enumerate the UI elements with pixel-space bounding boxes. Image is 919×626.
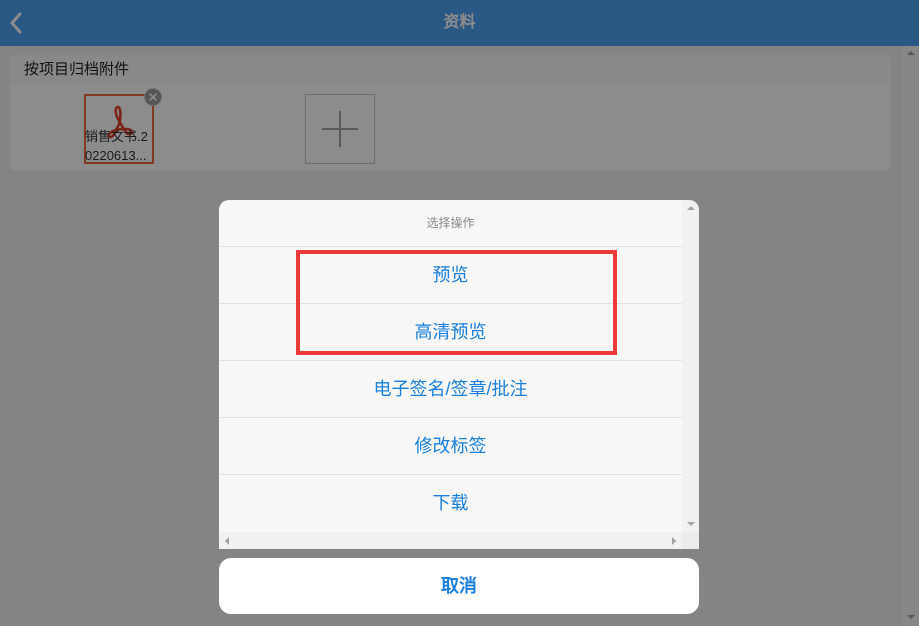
action-sheet: 选择操作 预览 高清预览 电子签名/签章/批注 修改标签 下载	[219, 200, 699, 549]
action-option-hd-preview[interactable]: 高清预览	[219, 304, 682, 361]
arrow-down-icon[interactable]	[686, 522, 695, 526]
arrow-left-icon[interactable]	[225, 536, 229, 545]
arrow-right-icon[interactable]	[672, 536, 676, 545]
action-option-download[interactable]: 下载	[219, 475, 682, 532]
action-sheet-vertical-scrollbar[interactable]	[682, 200, 699, 532]
action-sheet-list: 选择操作 预览 高清预览 电子签名/签章/批注 修改标签 下载	[219, 200, 682, 532]
action-option-preview[interactable]: 预览	[219, 247, 682, 304]
action-option-esign[interactable]: 电子签名/签章/批注	[219, 361, 682, 418]
action-sheet-horizontal-scrollbar[interactable]	[219, 532, 682, 549]
arrow-up-icon[interactable]	[686, 206, 695, 210]
cancel-button[interactable]: 取消	[219, 558, 699, 614]
scrollbar-corner	[682, 532, 699, 549]
action-option-edit-tags[interactable]: 修改标签	[219, 418, 682, 475]
action-sheet-title: 选择操作	[219, 200, 682, 247]
